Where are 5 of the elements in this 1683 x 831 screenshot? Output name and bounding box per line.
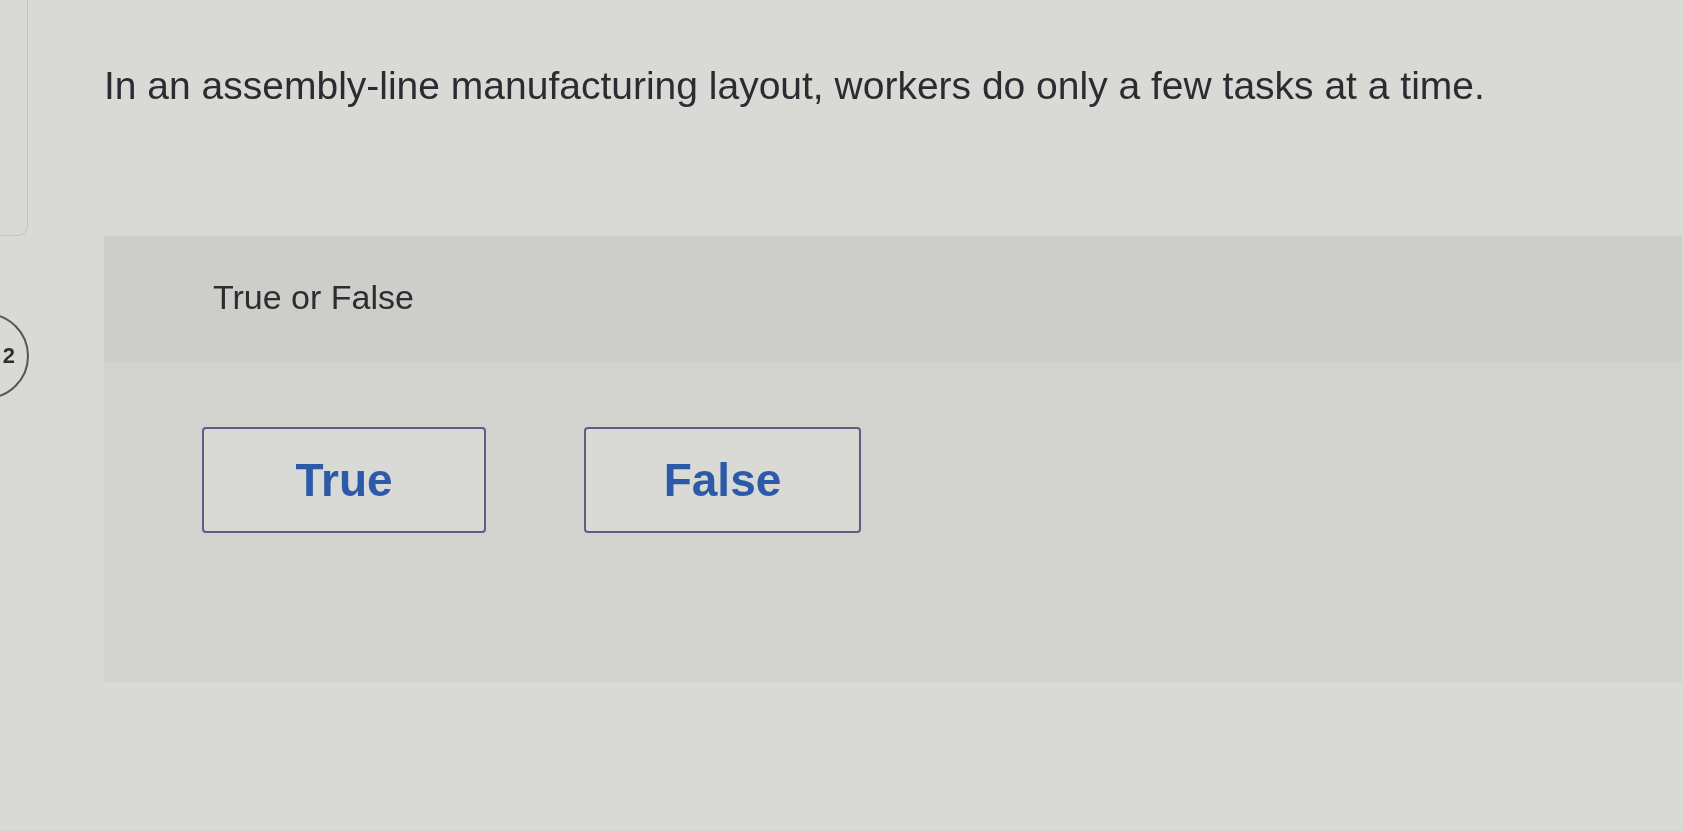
question-number: 2 [0,313,29,399]
question-text: In an assembly-line manufacturing layout, workers do only a few tasks at a time. [104,63,1485,109]
answer-option-button[interactable]: True [202,427,486,533]
answer-prompt: True or False [213,278,414,316]
answer-option-button[interactable]: False [584,427,861,533]
